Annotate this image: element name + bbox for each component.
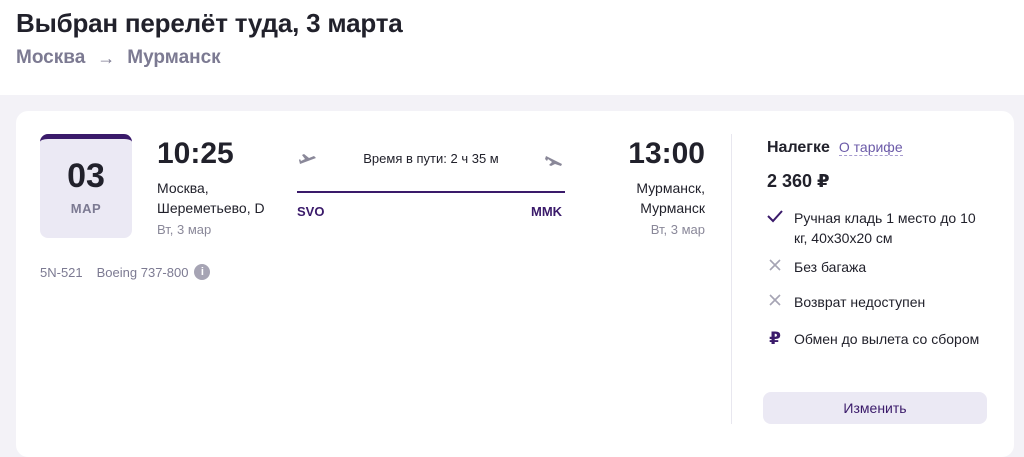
route-breadcrumb: Москва → Мурманск <box>16 47 221 69</box>
flight-number: 5N-521 <box>40 264 83 280</box>
tariff-info-link[interactable]: О тарифе <box>838 139 903 156</box>
departure-code: SVO <box>297 204 325 219</box>
date-day: 03 <box>67 157 105 195</box>
departure-airport: Шереметьево, D <box>157 199 265 216</box>
route-from: Москва <box>16 47 86 68</box>
feature-text: Без багажа <box>794 259 867 275</box>
feature-item: Возврат недоступен <box>766 292 986 312</box>
arrival-place: Мурманск, Мурманск <box>628 178 705 218</box>
arrival-date: Вт, 3 мар <box>650 221 705 237</box>
date-month: МАР <box>70 201 102 216</box>
feature-item: Без багажа <box>766 257 986 277</box>
departure-city: Москва, <box>157 179 209 196</box>
takeoff-plane-icon <box>299 153 317 170</box>
feature-text: Ручная кладь 1 место до 10 кг, 40х30х20 … <box>794 210 976 246</box>
departure-block: 10:25 Москва, Шереметьево, D Вт, 3 мар <box>157 138 265 237</box>
vertical-divider <box>731 134 732 424</box>
aircraft-info: Boeing 737-800 i <box>97 264 211 280</box>
feature-text: Обмен до вылета со сбором <box>794 331 980 347</box>
route-line <box>297 191 565 193</box>
arrival-block: 13:00 Мурманск, Мурманск Вт, 3 мар <box>628 138 705 237</box>
arrival-code: MMK <box>531 204 563 219</box>
arrival-city: Мурманск, <box>636 179 705 196</box>
page-title: Выбран перелёт туда, 3 марта <box>16 8 403 38</box>
departure-date: Вт, 3 мар <box>157 221 212 237</box>
feature-item: Ручная кладь 1 место до 10 кг, 40х30х20 … <box>766 208 986 248</box>
cross-icon <box>766 292 784 312</box>
duration-block: Время в пути: 2 ч 35 м <box>297 151 565 166</box>
ruble-icon: ₽ <box>769 329 781 348</box>
feature-text: Возврат недоступен <box>794 294 926 310</box>
tariff-header: Налегке О тарифе <box>767 139 903 157</box>
flight-duration: Время в пути: 2 ч 35 м <box>363 151 499 166</box>
departure-time: 10:25 <box>157 137 234 170</box>
tariff-name: Налегке <box>767 139 830 156</box>
arrow-right-icon: → <box>97 47 116 68</box>
info-icon[interactable]: i <box>194 264 211 280</box>
arrival-time: 13:00 <box>628 137 705 170</box>
arrival-airport: Мурманск <box>640 199 705 216</box>
feature-item: ₽ Обмен до вылета со сбором <box>766 329 986 349</box>
check-icon <box>766 208 784 248</box>
aircraft-model: Boeing 737-800 <box>96 264 189 280</box>
cross-icon <box>766 257 784 277</box>
change-button[interactable]: Изменить <box>763 392 987 424</box>
tariff-price: 2 360 ₽ <box>767 171 830 191</box>
landing-plane-icon <box>545 153 563 170</box>
date-badge: 03 МАР <box>40 134 132 238</box>
route-to: Мурманск <box>127 47 221 68</box>
departure-place: Москва, Шереметьево, D <box>157 178 265 218</box>
flight-meta: 5N-521 Boeing 737-800 i <box>40 264 211 280</box>
